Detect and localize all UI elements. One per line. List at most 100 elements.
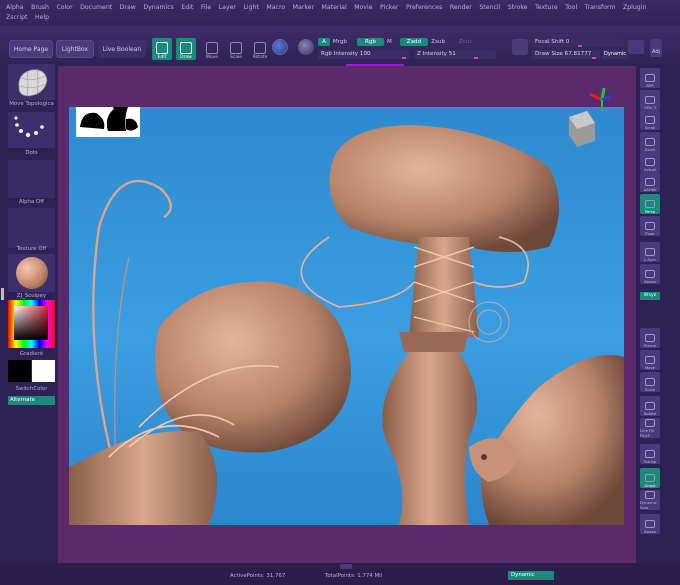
live-boolean-button[interactable]: Live Boolean	[98, 40, 146, 58]
dynamic-toggle[interactable]: Dynamic	[602, 50, 629, 59]
glove-post	[382, 352, 477, 525]
right-shelf-l-sym-button[interactable]: L.Sym	[640, 242, 660, 262]
right-shelf-move-button[interactable]: Move	[640, 350, 660, 370]
right-shelf-xpose-button[interactable]: Xpose	[640, 514, 660, 534]
menu-item-zplugin[interactable]: Zplugin	[623, 3, 646, 13]
navigator-thumbnail[interactable]	[76, 107, 140, 137]
right-shelf-floor-button[interactable]: Floor	[640, 216, 660, 236]
mrgb-toggle[interactable]: Mrgb	[333, 39, 347, 45]
tool-edit-button[interactable]: Edit	[152, 38, 172, 60]
bottom-tray-handle[interactable]	[340, 564, 352, 569]
menu-item-stencil[interactable]: Stencil	[479, 3, 500, 13]
zsub-toggle[interactable]: Zsub	[431, 39, 445, 45]
home-page-button[interactable]: Home Page	[9, 40, 53, 58]
material-sphere-button[interactable]	[272, 39, 288, 55]
right-shelf-transp-button[interactable]: Transp	[640, 444, 660, 464]
menu-item-layer[interactable]: Layer	[219, 3, 236, 13]
right-shelf-scroll-button[interactable]: Scroll	[640, 110, 660, 130]
menu-item-color[interactable]: Color	[56, 3, 72, 13]
stroke-thumbnail[interactable]	[8, 112, 55, 148]
menu-item-stroke[interactable]: Stroke	[508, 3, 528, 13]
right-shelf-label: Xpose	[644, 279, 656, 284]
rgb-mode-row: A Mrgb Rgb M Zadd Zsub Zcut	[318, 38, 472, 46]
alpha-thumbnail[interactable]	[8, 160, 55, 198]
menu-item-material[interactable]: Material	[322, 3, 347, 13]
lightbox-button[interactable]: LightBox	[56, 40, 94, 58]
xyz-toggle[interactable]: Wxyz	[640, 292, 660, 300]
zadd-toggle[interactable]: Zadd	[399, 38, 429, 46]
icon-button[interactable]	[628, 40, 644, 54]
axis-gizmo-icon[interactable]	[588, 86, 616, 114]
secondary-color-swatch[interactable]	[32, 360, 55, 382]
right-shelf-actual-button[interactable]: Actual	[640, 152, 660, 172]
menu-item-macro[interactable]: Macro	[266, 3, 285, 13]
focal-shift-marker	[578, 45, 582, 47]
texture-sphere-button[interactable]	[298, 39, 314, 55]
texture-thumbnail[interactable]	[8, 208, 55, 248]
menu-item-render[interactable]: Render	[450, 3, 472, 13]
menu-item-draw[interactable]: Draw	[120, 3, 136, 13]
right-shelf-aahalf-button[interactable]: AAHalf	[640, 172, 660, 192]
tool-draw-button[interactable]: Draw	[176, 38, 196, 60]
focal-shift-slider[interactable]: Focal Shift 0	[532, 38, 624, 47]
menu-item-picker[interactable]: Picker	[380, 3, 398, 13]
menu-item-dynamics[interactable]: Dynamics	[143, 3, 174, 13]
adjust-button[interactable]: Adj	[650, 39, 662, 57]
right-shelf-xpose-button[interactable]: Xpose	[640, 264, 660, 284]
move-icon	[645, 356, 655, 364]
menu-item-marker[interactable]: Marker	[293, 3, 314, 13]
m-toggle[interactable]: M	[387, 39, 392, 45]
menu-item-texture[interactable]: Texture	[535, 3, 558, 13]
color-square[interactable]	[14, 306, 48, 340]
move-icon	[206, 42, 218, 54]
tool-rotate-button[interactable]: Rotate	[250, 38, 270, 60]
menu-item-alpha[interactable]: Alpha	[6, 3, 24, 13]
dynamic-button[interactable]: Dynamic	[508, 571, 554, 580]
right-shelf-label: Persp	[644, 209, 656, 214]
alternate-toggle[interactable]: Alternate	[8, 396, 55, 405]
right-shelf-rotate-button[interactable]: Rotate	[640, 396, 660, 416]
right-shelf-ghost-button[interactable]: Ghost	[640, 468, 660, 488]
menu-item-zscript[interactable]: Zscript	[6, 13, 27, 23]
tool-label: Edit	[157, 55, 167, 60]
menu-item-brush[interactable]: Brush	[31, 3, 49, 13]
right-shelf-frame-button[interactable]: Frame	[640, 328, 660, 348]
menu-item-movie[interactable]: Movie	[354, 3, 372, 13]
s-button[interactable]	[512, 39, 528, 55]
rgb-intensity-slider[interactable]: Rgb Intensity 100	[318, 50, 410, 59]
right-shelf-label: Move	[644, 365, 656, 370]
menu-item-file[interactable]: File	[201, 3, 211, 13]
right-shelf-spix-3-button[interactable]: SPix 3	[640, 90, 660, 110]
menu-item-preferences[interactable]: Preferences	[406, 3, 442, 13]
draw-size-slider[interactable]: Draw Size 67.81777	[532, 50, 600, 59]
z-intensity-slider[interactable]: Z Intensity 51	[414, 50, 496, 59]
document-canvas[interactable]	[69, 107, 624, 525]
menu-item-help[interactable]: Help	[35, 13, 49, 23]
frame-icon	[645, 334, 655, 342]
menu-item-transform[interactable]: Transform	[585, 3, 616, 13]
main-color-swatch[interactable]	[8, 360, 31, 382]
right-shelf-bpr-button[interactable]: BPR	[640, 68, 660, 88]
material-thumbnail[interactable]	[8, 254, 55, 292]
menu-item-edit[interactable]: Edit	[181, 3, 193, 13]
menu-item-document[interactable]: Document	[80, 3, 112, 13]
color-picker[interactable]	[8, 300, 55, 348]
right-shelf-dynamic-solo-button[interactable]: Dynamic Solo	[640, 490, 660, 510]
right-shelf-persp-button[interactable]: Persp	[640, 194, 660, 214]
right-shelf-line-fill-polyf-button[interactable]: Line Fill PolyF	[640, 418, 660, 438]
a-toggle[interactable]: A	[318, 38, 330, 46]
switch-color-button[interactable]: SwitchColor	[8, 386, 55, 392]
rgb-intensity-marker	[402, 57, 406, 59]
rgb-toggle[interactable]: Rgb	[356, 38, 384, 46]
right-shelf-label: Scale	[644, 387, 656, 392]
menu-item-light[interactable]: Light	[243, 3, 258, 13]
tool-scale-button[interactable]: Scale	[226, 38, 246, 60]
menu-item-tool[interactable]: Tool	[565, 3, 577, 13]
z-intensity-label: Z Intensity 51	[417, 51, 456, 57]
zcut-toggle[interactable]: Zcut	[459, 39, 472, 45]
tool-move-button[interactable]: Move	[202, 38, 222, 60]
right-shelf-scale-button[interactable]: Scale	[640, 372, 660, 392]
left-tray-handle[interactable]	[1, 288, 4, 300]
brush-thumbnail[interactable]	[8, 64, 55, 100]
right-shelf-zoom-button[interactable]: Zoom	[640, 132, 660, 152]
